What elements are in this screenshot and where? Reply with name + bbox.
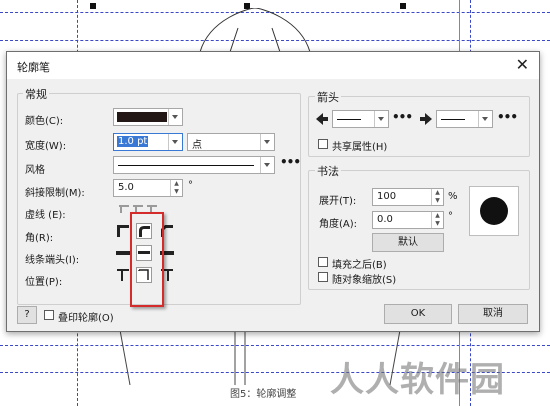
spinner-arrows[interactable]: ▲ ▼ xyxy=(431,189,443,205)
fill-behind-checkbox[interactable] xyxy=(318,257,328,267)
ok-button[interactable]: OK xyxy=(384,304,452,324)
style-select[interactable] xyxy=(113,156,275,174)
angle-label: 角度(A): xyxy=(319,219,358,230)
outline-pen-dialog: 轮廓笔 ✕ 常规 颜色(C): 宽度(W): 1.0 pt 点 风格 ••• 斜… xyxy=(6,51,540,332)
butt-cap-icon[interactable] xyxy=(116,246,130,260)
chevron-down-icon xyxy=(374,111,388,127)
width-unit-value: 点 xyxy=(192,140,202,151)
title-bar[interactable]: 轮廓笔 ✕ xyxy=(7,52,539,79)
figure-caption: 图5：轮廓调整 xyxy=(230,389,297,400)
cancel-button[interactable]: 取消 xyxy=(458,304,528,324)
default-button[interactable]: 默认 xyxy=(372,233,444,252)
chevron-down-icon xyxy=(260,134,274,150)
arrows-heading: 箭头 xyxy=(315,89,341,105)
selection-handle[interactable] xyxy=(400,3,406,9)
dash-label: 虚线 (E): xyxy=(25,210,66,221)
miter-unit: ° xyxy=(188,180,193,191)
stretch-label: 展开(T): xyxy=(319,196,357,207)
miter-label: 斜接限制(M): xyxy=(25,188,85,199)
end-arrow-more-button[interactable]: ••• xyxy=(497,110,518,124)
outside-position-icon[interactable] xyxy=(116,268,130,282)
selection-handle[interactable] xyxy=(90,3,96,9)
color-picker[interactable] xyxy=(113,108,183,126)
color-swatch xyxy=(117,112,167,122)
overprint-outline-label: 叠印轮廓(O) xyxy=(58,313,114,324)
miter-corner-icon[interactable] xyxy=(116,224,130,238)
calligraphy-heading: 书法 xyxy=(315,163,341,179)
miter-spinner[interactable]: 5.0 ▲ ▼ xyxy=(113,179,183,197)
start-arrow-select[interactable] xyxy=(315,110,389,128)
stretch-unit: % xyxy=(448,191,458,202)
stretch-spinner[interactable]: 100 ▲ ▼ xyxy=(372,188,444,206)
miter-value: 5.0 xyxy=(118,182,134,193)
position-label: 位置(P): xyxy=(25,277,63,288)
angle-unit: ° xyxy=(448,211,453,222)
stretch-value: 100 xyxy=(377,191,397,202)
arrow-line-preview xyxy=(441,119,465,120)
arrow-line-preview xyxy=(337,119,361,120)
help-button[interactable]: ? xyxy=(17,306,37,324)
scale-with-object-label: 随对象缩放(S) xyxy=(332,275,397,286)
color-label: 颜色(C): xyxy=(25,116,64,127)
chevron-down-icon xyxy=(168,134,182,150)
end-arrow-select[interactable] xyxy=(419,110,493,128)
spinner-arrows[interactable]: ▲ ▼ xyxy=(170,180,182,196)
highlight-box xyxy=(130,212,164,307)
share-attributes-checkbox[interactable] xyxy=(318,139,328,149)
overprint-outline-checkbox[interactable] xyxy=(44,310,54,320)
close-icon[interactable]: ✕ xyxy=(516,55,529,74)
nib-shape xyxy=(480,197,508,225)
style-more-button[interactable]: ••• xyxy=(280,155,301,169)
end-arrow-box[interactable] xyxy=(436,110,493,128)
watermark-logo: 人人软件园 xyxy=(330,360,505,400)
spinner-arrows[interactable]: ▲ ▼ xyxy=(431,212,443,228)
dialog-title: 轮廓笔 xyxy=(17,61,50,74)
angle-value: 0.0 xyxy=(377,214,393,225)
chevron-down-icon xyxy=(260,157,274,173)
arrow-right-icon xyxy=(420,113,432,125)
chevron-down-icon xyxy=(168,109,182,125)
style-label: 风格 xyxy=(25,165,45,176)
width-unit-select[interactable]: 点 xyxy=(187,133,275,151)
drawing-shape xyxy=(199,8,311,52)
cap-label: 线条端头(I): xyxy=(25,255,80,266)
width-combo[interactable]: 1.0 pt xyxy=(113,133,183,151)
general-heading: 常规 xyxy=(23,86,49,102)
chevron-down-icon xyxy=(478,111,492,127)
angle-spinner[interactable]: 0.0 ▲ ▼ xyxy=(372,211,444,229)
start-arrow-box[interactable] xyxy=(332,110,389,128)
scale-with-object-checkbox[interactable] xyxy=(318,272,328,282)
corner-label: 角(R): xyxy=(25,233,54,244)
style-line-preview xyxy=(118,165,254,166)
nib-preview xyxy=(469,186,519,236)
start-arrow-more-button[interactable]: ••• xyxy=(392,110,413,124)
arrow-left-icon xyxy=(316,113,328,125)
width-value: 1.0 pt xyxy=(117,136,149,147)
width-label: 宽度(W): xyxy=(25,141,67,152)
share-attributes-label: 共享属性(H) xyxy=(332,142,388,153)
fill-behind-label: 填充之后(B) xyxy=(332,260,387,271)
